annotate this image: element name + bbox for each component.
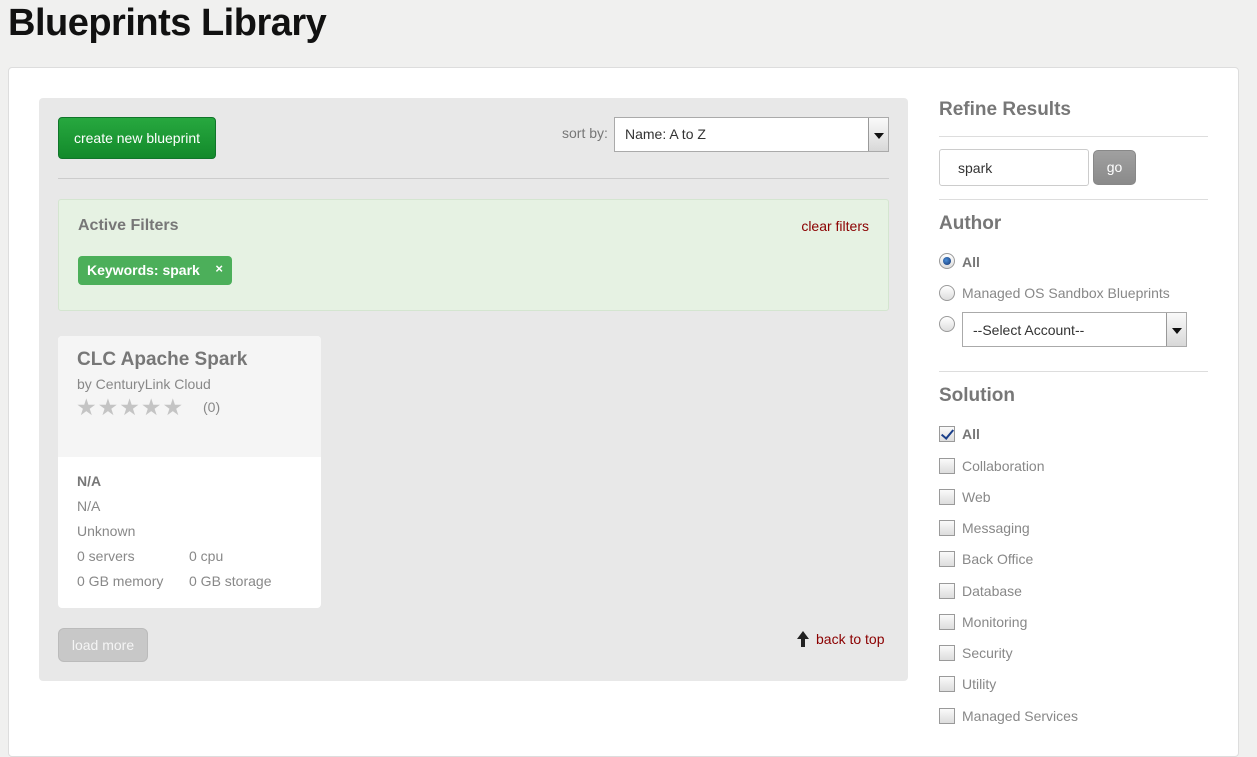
divider: [58, 178, 889, 179]
back-to-top-link[interactable]: back to top: [796, 631, 885, 647]
solution-back-office-label[interactable]: Back Office: [962, 551, 1033, 567]
active-filters-title: Active Filters: [78, 217, 179, 234]
solution-all-checkbox[interactable]: [939, 426, 955, 442]
active-filters-panel: Active Filters clear filters Keywords: s…: [58, 199, 889, 311]
solution-collaboration-label[interactable]: Collaboration: [962, 458, 1045, 474]
blueprint-version: N/A: [77, 498, 101, 514]
solution-all-label[interactable]: All: [962, 426, 980, 442]
divider: [939, 136, 1208, 137]
solution-utility-label[interactable]: Utility: [962, 676, 996, 692]
solution-monitoring-label[interactable]: Monitoring: [962, 614, 1027, 630]
solution-web-label[interactable]: Web: [962, 489, 991, 505]
server-count: 0 servers: [77, 548, 135, 564]
sort-select[interactable]: Name: A to Z: [614, 117, 889, 152]
go-button[interactable]: go: [1093, 150, 1136, 185]
cpu-count: 0 cpu: [189, 548, 224, 564]
blueprint-title[interactable]: CLC Apache Spark: [77, 349, 247, 371]
create-blueprint-button[interactable]: create new blueprint: [58, 117, 216, 159]
solution-utility-checkbox[interactable]: [939, 676, 955, 692]
author-managed-label[interactable]: Managed OS Sandbox Blueprints: [962, 285, 1170, 301]
blueprint-status: Unknown: [77, 523, 136, 539]
search-input[interactable]: spark: [939, 149, 1089, 186]
solution-messaging-label[interactable]: Messaging: [962, 520, 1030, 536]
solution-messaging-checkbox[interactable]: [939, 520, 955, 536]
solution-title: Solution: [939, 385, 1015, 406]
author-account-radio[interactable]: [939, 316, 955, 332]
solution-monitoring-checkbox[interactable]: [939, 614, 955, 630]
author-all-radio[interactable]: [939, 253, 955, 269]
arrow-up-icon: [796, 631, 810, 647]
solution-web-checkbox[interactable]: [939, 489, 955, 505]
back-to-top-label: back to top: [816, 631, 885, 647]
blueprints-main: create new blueprint sort by: Name: A to…: [39, 98, 908, 681]
solution-database-checkbox[interactable]: [939, 583, 955, 599]
author-all-label[interactable]: All: [962, 254, 980, 270]
page-title: Blueprints Library: [8, 2, 327, 44]
load-more-button[interactable]: load more: [58, 628, 148, 662]
author-managed-radio[interactable]: [939, 285, 955, 301]
divider: [939, 199, 1208, 200]
keyword-filter-label: Keywords: spark: [87, 262, 200, 278]
solution-managed-services-checkbox[interactable]: [939, 708, 955, 724]
solution-back-office-checkbox[interactable]: [939, 551, 955, 567]
memory-amount: 0 GB memory: [77, 573, 164, 589]
chevron-down-icon[interactable]: [1166, 313, 1186, 346]
author-title: Author: [939, 213, 1002, 234]
refine-results-title: Refine Results: [939, 99, 1071, 120]
star-rating-icon: ★★★★★: [76, 394, 185, 420]
account-select-value: --Select Account--: [973, 322, 1085, 338]
blueprint-os: N/A: [77, 473, 102, 489]
chevron-down-icon[interactable]: [868, 118, 888, 151]
storage-amount: 0 GB storage: [189, 573, 272, 589]
sort-label: sort by:: [562, 125, 608, 141]
remove-filter-icon[interactable]: ×: [215, 261, 223, 276]
account-select[interactable]: --Select Account--: [962, 312, 1187, 347]
keyword-filter-tag[interactable]: Keywords: spark ×: [78, 256, 232, 285]
solution-managed-services-label[interactable]: Managed Services: [962, 708, 1078, 724]
blueprint-card[interactable]: CLC Apache Spark by CenturyLink Cloud ★★…: [58, 336, 321, 608]
solution-security-label[interactable]: Security: [962, 645, 1013, 661]
clear-filters-link[interactable]: clear filters: [801, 218, 869, 234]
divider: [939, 371, 1208, 372]
blueprint-author: by CenturyLink Cloud: [77, 376, 211, 392]
sort-value: Name: A to Z: [625, 126, 706, 142]
rating-count: (0): [203, 399, 221, 415]
solution-collaboration-checkbox[interactable]: [939, 458, 955, 474]
solution-database-label[interactable]: Database: [962, 583, 1022, 599]
solution-security-checkbox[interactable]: [939, 645, 955, 661]
card-header: CLC Apache Spark by CenturyLink Cloud ★★…: [58, 336, 321, 457]
